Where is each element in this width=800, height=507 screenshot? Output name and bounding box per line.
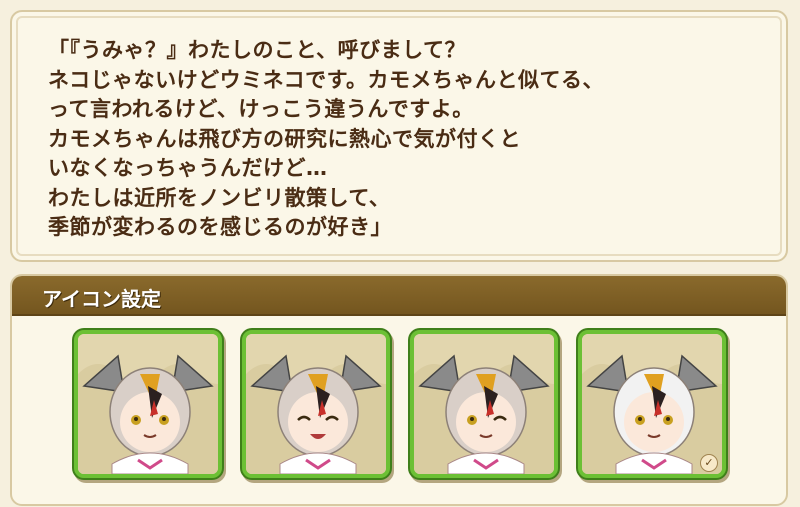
icon-smile-button[interactable] — [74, 330, 222, 478]
selected-mark-icon: ✓ — [700, 454, 718, 472]
icon-list: ✓ — [74, 330, 726, 478]
character-quote: 「『うみゃ？』わたしのこと、呼びまして？ ネコじゃないけどウミネコです。カモメち… — [48, 36, 768, 243]
icon-settings-title: アイコン設定 — [42, 287, 161, 311]
icon-settings-header: アイコン設定 — [12, 276, 786, 316]
character-portrait — [246, 334, 386, 474]
quote-line: ネコじゃないけどウミネコです。カモメちゃんと似てる、 — [48, 67, 605, 92]
quote-line: 季節が変わるのを感じるのが好き」 — [48, 215, 392, 239]
character-portrait — [582, 334, 722, 474]
icon-laugh-button[interactable] — [242, 330, 390, 478]
quote-line: カモメちゃんは飛び方の研究に熱心で気が付くと — [48, 126, 521, 151]
icon-wink-button[interactable] — [410, 330, 558, 478]
quote-line: 「『うみゃ？』わたしのこと、呼びまして？ — [48, 38, 467, 62]
quote-line: わたしは近所をノンビリ散策して、 — [48, 185, 391, 210]
icon-settings-panel: アイコン設定 ✓ — [10, 274, 788, 506]
character-portrait — [78, 334, 218, 474]
icon-casual-button[interactable]: ✓ — [578, 330, 726, 478]
character-quote-panel: 「『うみゃ？』わたしのこと、呼びまして？ ネコじゃないけどウミネコです。カモメち… — [10, 10, 788, 262]
character-portrait — [414, 334, 554, 474]
quote-line: って言われるけど、けっこう違うんですよ。 — [48, 97, 474, 121]
quote-line: いなくなっちゃうんだけど… — [48, 156, 328, 180]
